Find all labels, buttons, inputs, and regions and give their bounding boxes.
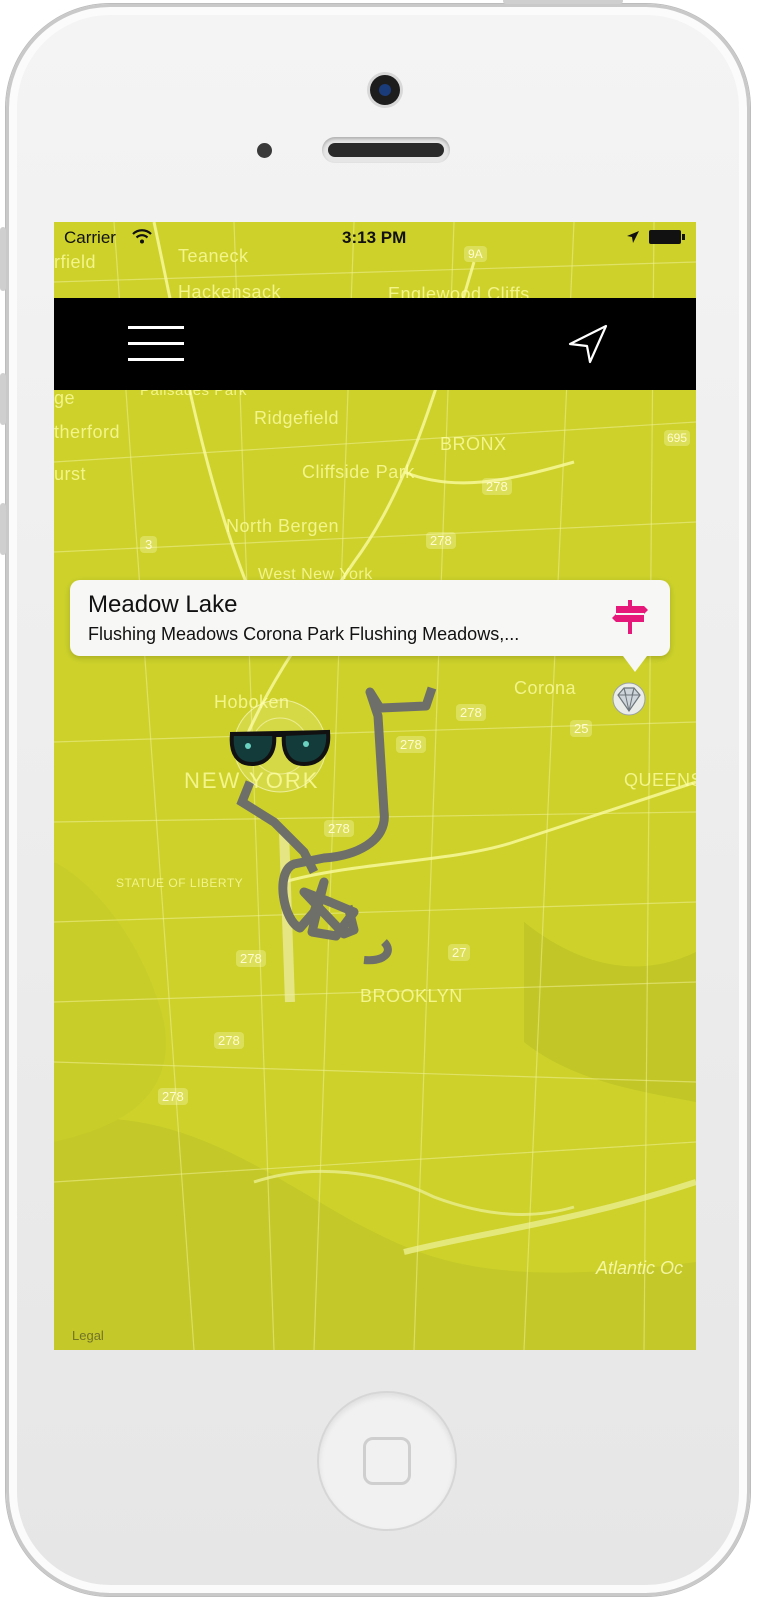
silent-switch xyxy=(0,227,6,291)
status-bar: Carrier 3:13 PM xyxy=(54,222,696,252)
map-label: BRONX xyxy=(440,434,507,454)
highway-shield: 278 xyxy=(482,478,512,495)
callout-title: Meadow Lake xyxy=(88,591,238,618)
navigation-arrow-icon[interactable] xyxy=(562,320,612,370)
map-label: NEW YORK xyxy=(184,768,320,793)
highway-shield: 278 xyxy=(456,704,486,721)
proximity-sensor xyxy=(257,143,272,158)
map-label: Hoboken xyxy=(214,692,290,712)
map-label: Ridgefield xyxy=(254,408,340,428)
highway-shield: 278 xyxy=(426,532,456,549)
volume-down-button xyxy=(0,503,6,555)
diamond-pin-icon[interactable] xyxy=(612,682,646,716)
hamburger-menu-icon[interactable] xyxy=(128,322,188,366)
location-arrow-icon xyxy=(627,231,639,243)
front-camera xyxy=(370,75,400,105)
highway-shield: 278 xyxy=(158,1088,188,1105)
top-nav-bar xyxy=(54,298,696,390)
sunglasses-avatar-icon[interactable] xyxy=(226,724,334,770)
highway-shield: 25 xyxy=(570,720,593,737)
callout-subtitle: Flushing Meadows Corona Park Flushing Me… xyxy=(88,624,520,644)
battery-icon xyxy=(649,230,685,244)
map-label: ge xyxy=(54,388,76,408)
highway-shield: 278 xyxy=(396,736,426,753)
map-label: QUEENS xyxy=(624,770,696,790)
screen: Teaneck Hackensack Englewood Cliffs Pali… xyxy=(54,222,696,1350)
map-label: BROOKLYN xyxy=(360,986,463,1006)
map-label: urst xyxy=(54,464,87,484)
legal-link[interactable]: Legal xyxy=(72,1328,104,1343)
highway-shield: 27 xyxy=(448,944,471,961)
home-button-icon xyxy=(363,1437,411,1485)
highway-shield: 278 xyxy=(324,820,354,837)
map-label: rfield xyxy=(54,252,97,272)
signpost-icon[interactable] xyxy=(610,596,650,636)
map-label: therford xyxy=(54,422,121,442)
map-label: Corona xyxy=(514,678,577,698)
place-callout[interactable]: Meadow Lake Flushing Meadows Corona Park… xyxy=(70,580,670,672)
highway-shield: 278 xyxy=(214,1032,244,1049)
map-label: Cliffside Park xyxy=(302,462,415,482)
map-label: Atlantic Oc xyxy=(596,1258,684,1278)
highway-shield: 278 xyxy=(236,950,266,967)
volume-up-button xyxy=(0,373,6,425)
highway-shield: 3 xyxy=(140,536,158,553)
status-time: 3:13 PM xyxy=(342,228,407,247)
home-button[interactable] xyxy=(317,1391,457,1531)
wifi-icon xyxy=(132,229,152,244)
carrier-label: Carrier xyxy=(64,228,116,247)
highway-shield: 695 xyxy=(664,430,691,446)
map-label: STATUE OF LIBERTY xyxy=(116,876,244,890)
power-button xyxy=(503,0,623,4)
earpiece-speaker xyxy=(322,137,450,163)
map-label: North Bergen xyxy=(226,516,340,536)
